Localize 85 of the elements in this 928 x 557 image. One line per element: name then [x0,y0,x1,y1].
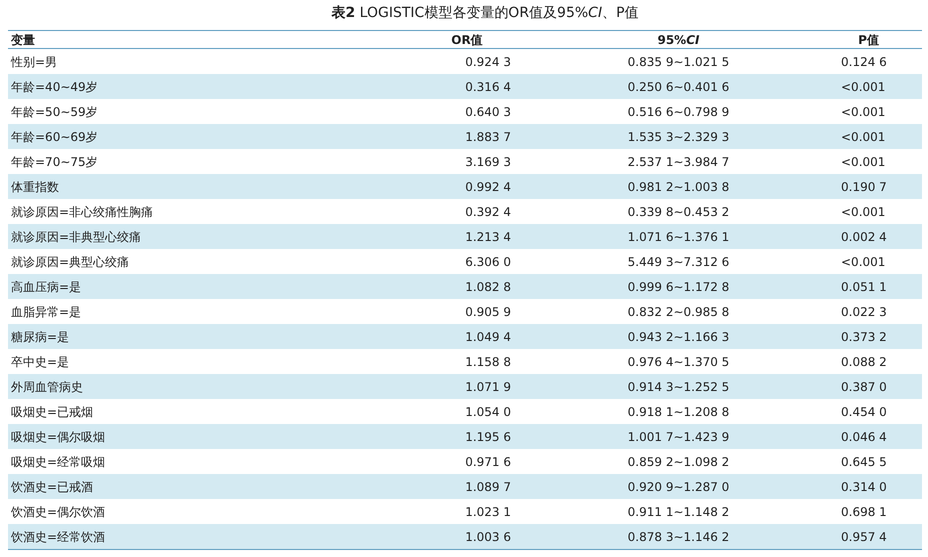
table-cell: 0.387 0 [841,374,922,399]
table-cell: 高血压病=是 [8,274,403,299]
table-cell: 6.306 0 [403,249,516,274]
table-cell: 0.373 2 [841,324,922,349]
table-cell: 1.054 0 [403,399,516,424]
table-cell: 1.158 8 [403,349,516,374]
table-cell: 外周血管病史 [8,374,403,399]
table-cell: 0.981 2~1.003 8 [516,174,841,199]
column-header: P值 [841,30,922,48]
table-cell: 年龄=60~69岁 [8,124,403,149]
table-title: 表2 LOGISTIC模型各变量的OR值及95%CI、P值 [330,4,640,23]
table-cell: 1.071 6~1.376 1 [516,224,841,249]
table-cell: <0.001 [841,199,922,224]
table-cell: 0.190 7 [841,174,922,199]
table-cell: 吸烟史=偶尔吸烟 [8,424,403,449]
table-cell: 0.943 2~1.166 3 [516,324,841,349]
table-cell: 0.124 6 [841,48,922,74]
table-cell: 0.920 9~1.287 0 [516,474,841,499]
table-cell: 1.023 1 [403,499,516,524]
table-cell: 1.535 3~2.329 3 [516,124,841,149]
table-cell: 1.071 9 [403,374,516,399]
table-cell: 0.314 0 [841,474,922,499]
table-cell: 性别=男 [8,48,403,74]
table-cell: 5.449 3~7.312 6 [516,249,841,274]
table-cell: 0.859 2~1.098 2 [516,449,841,474]
table-cell: 0.392 4 [403,199,516,224]
table-cell: 0.046 4 [841,424,922,449]
table-cell: 0.976 4~1.370 5 [516,349,841,374]
table-cell: 0.832 2~0.985 8 [516,299,841,324]
table-cell: 1.082 8 [403,274,516,299]
table-cell: 饮酒史=偶尔饮酒 [8,499,403,524]
table-cell: <0.001 [841,149,922,174]
table-cell: 0.914 3~1.252 5 [516,374,841,399]
column-header: 变量 [8,30,403,48]
table-cell: 0.516 6~0.798 9 [516,99,841,124]
table-cell: 0.051 1 [841,274,922,299]
table-cell: 0.924 3 [403,48,516,74]
table-cell: 饮酒史=已戒酒 [8,474,403,499]
table-cell: 0.022 3 [841,299,922,324]
table-cell: 0.088 2 [841,349,922,374]
table-cell: 就诊原因=非心绞痛性胸痛 [8,199,403,224]
table-cell: 0.911 1~1.148 2 [516,499,841,524]
table-cell: 血脂异常=是 [8,299,403,324]
table-cell: 0.250 6~0.401 6 [516,74,841,99]
table-cell: 0.002 4 [841,224,922,249]
table-cell: 0.992 4 [403,174,516,199]
table-cell: 糖尿病=是 [8,324,403,349]
table-cell: 吸烟史=经常吸烟 [8,449,403,474]
table-cell: 0.918 1~1.208 8 [516,399,841,424]
table-cell: 0.999 6~1.172 8 [516,274,841,299]
table-cell: 0.316 4 [403,74,516,99]
table-cell: 就诊原因=典型心绞痛 [8,249,403,274]
table-cell: 年龄=40~49岁 [8,74,403,99]
table-cell: 1.001 7~1.423 9 [516,424,841,449]
table-cell: 卒中史=是 [8,349,403,374]
table-cell: 0.640 3 [403,99,516,124]
table-cell: 0.905 9 [403,299,516,324]
table-cell: 饮酒史=经常饮酒 [8,524,403,550]
table-cell: 就诊原因=非典型心绞痛 [8,224,403,249]
table-cell: 年龄=70~75岁 [8,149,403,174]
table-cell: 0.339 8~0.453 2 [516,199,841,224]
table-cell: 1.089 7 [403,474,516,499]
table-cell: 1.049 4 [403,324,516,349]
column-header: OR值 [403,30,516,48]
table-cell: <0.001 [841,99,922,124]
table-cell: 0.698 1 [841,499,922,524]
table-cell: 0.454 0 [841,399,922,424]
table-cell: 0.878 3~1.146 2 [516,524,841,550]
table-cell: 1.195 6 [403,424,516,449]
table-cell: 3.169 3 [403,149,516,174]
table-cell: 吸烟史=已戒烟 [8,399,403,424]
table-cell: 1.213 4 [403,224,516,249]
table-cell: <0.001 [841,124,922,149]
table-cell: <0.001 [841,249,922,274]
table-cell: 0.645 5 [841,449,922,474]
table-cell: 年龄=50~59岁 [8,99,403,124]
table-cell: 0.971 6 [403,449,516,474]
table-cell: 0.957 4 [841,524,922,550]
table-cell: <0.001 [841,74,922,99]
table-cell: 体重指数 [8,174,403,199]
table-cell: 1.003 6 [403,524,516,550]
table-cell: 2.537 1~3.984 7 [516,149,841,174]
table-cell: 0.835 9~1.021 5 [516,48,841,74]
table-cell: 1.883 7 [403,124,516,149]
column-header: 95%CI [516,30,841,48]
